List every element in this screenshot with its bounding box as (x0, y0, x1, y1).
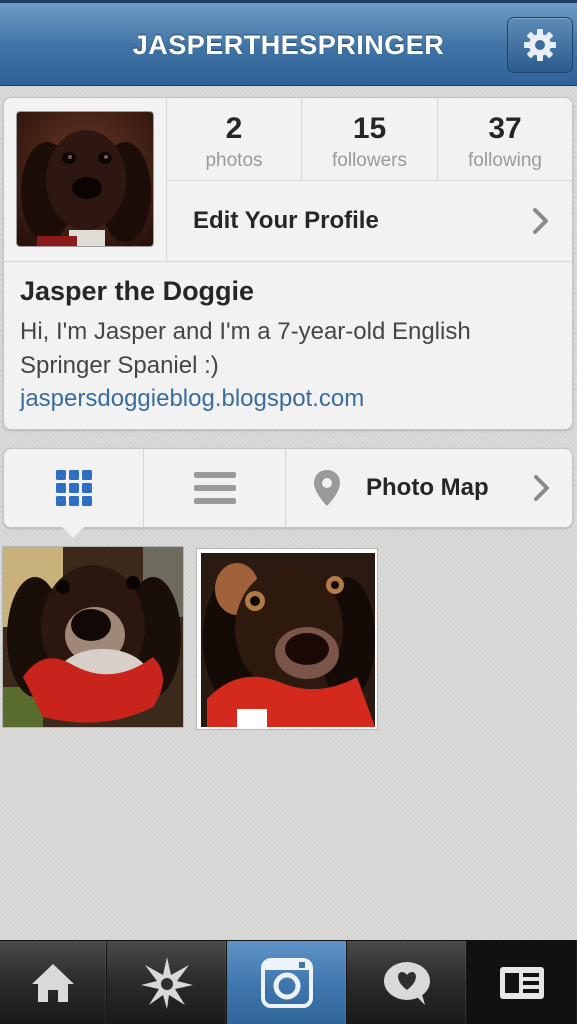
gear-icon (524, 29, 556, 61)
avatar[interactable] (16, 111, 154, 247)
profile-icon (500, 967, 544, 999)
tab-activity[interactable] (347, 941, 467, 1024)
edit-profile-button[interactable]: Edit Your Profile (167, 181, 572, 261)
stat-photos-count: 2 (225, 112, 243, 145)
photo-map-button[interactable]: Photo Map (286, 449, 572, 527)
grid-icon (55, 470, 92, 506)
list-icon (193, 472, 236, 504)
profile-bio: Jasper the Doggie Hi, I'm Jasper and I'm… (20, 276, 560, 413)
photo-thumbnail[interactable] (196, 548, 378, 730)
map-pin-icon (314, 470, 340, 506)
photo-map-label: Photo Map (366, 474, 489, 501)
bottom-tab-bar (0, 940, 577, 1024)
active-view-pointer (61, 526, 85, 538)
list-view-button[interactable] (144, 449, 285, 527)
divider (4, 261, 572, 262)
stat-photos[interactable]: 2 photos (167, 98, 301, 180)
stat-photos-label: photos (205, 150, 263, 171)
stat-following-label: following (468, 150, 542, 171)
website-link[interactable]: jaspersdoggieblog.blogspot.com (20, 385, 560, 413)
page-title: JASPERTHESPRINGER (132, 30, 445, 60)
grid-view-button[interactable] (4, 449, 143, 527)
home-icon (32, 964, 74, 1002)
stat-following[interactable]: 37 following (438, 98, 572, 180)
stat-followers-label: followers (332, 150, 407, 171)
settings-button[interactable] (507, 17, 573, 73)
top-header: JASPERTHESPRINGER (0, 0, 577, 86)
chevron-right-icon (534, 475, 549, 501)
camera-icon (260, 958, 313, 1008)
edit-profile-label: Edit Your Profile (193, 207, 379, 234)
tab-home[interactable] (0, 941, 107, 1024)
bio-text: Hi, I'm Jasper and I'm a 7-year-old Engl… (20, 318, 471, 379)
chevron-right-icon (533, 208, 548, 234)
stat-followers[interactable]: 15 followers (302, 98, 437, 180)
explore-icon (140, 957, 193, 1009)
tab-profile[interactable] (467, 941, 577, 1024)
stat-followers-count: 15 (352, 112, 387, 145)
tab-camera[interactable] (227, 941, 347, 1024)
photo-thumbnail[interactable] (2, 546, 184, 728)
view-switcher: Photo Map (3, 448, 573, 528)
profile-card: 2 photos 15 followers 37 following Edit … (3, 97, 573, 430)
profile-name: Jasper the Doggie (20, 276, 255, 306)
activity-icon (383, 962, 430, 1005)
stat-following-count: 37 (488, 112, 522, 145)
tab-explore[interactable] (107, 941, 227, 1024)
